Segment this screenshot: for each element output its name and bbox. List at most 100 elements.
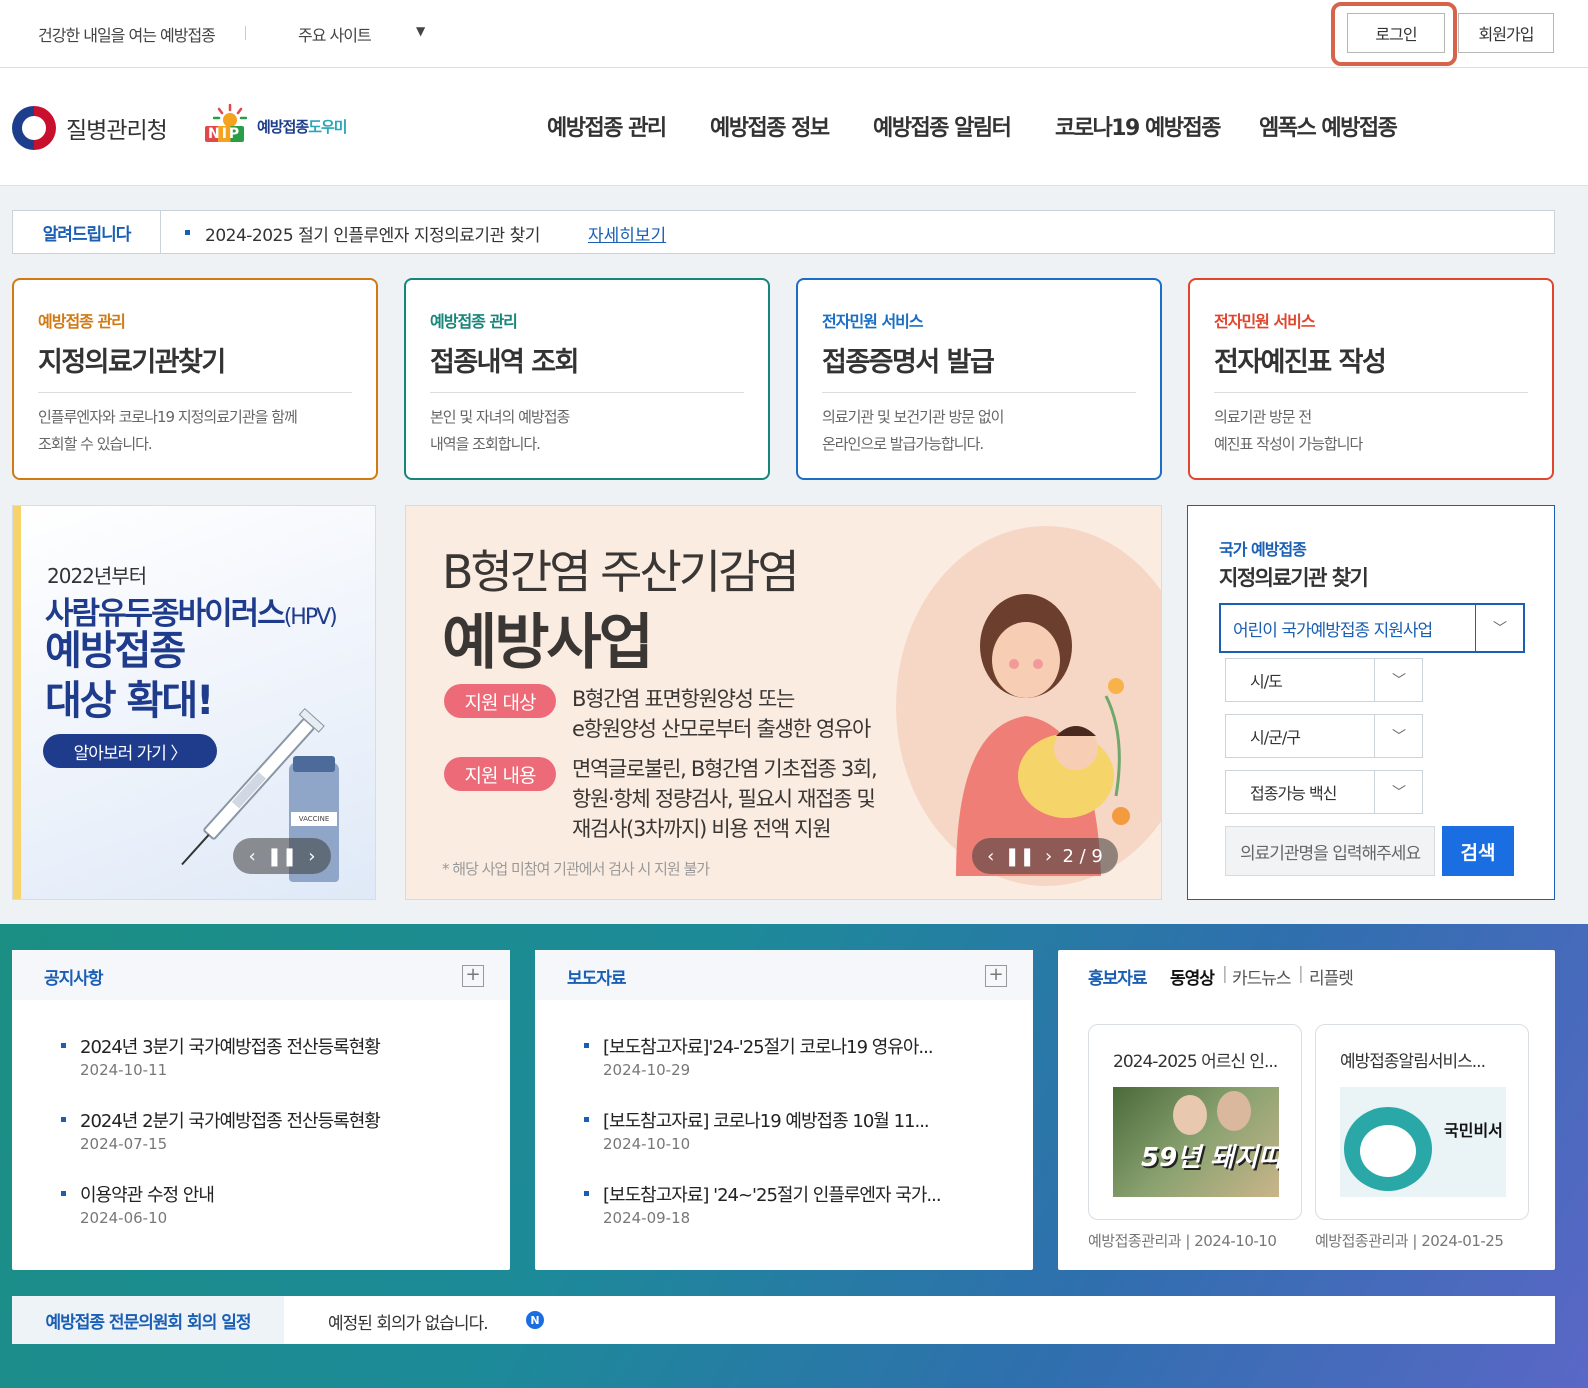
thumb-caption: 국민비서 xyxy=(1444,1121,1503,1140)
hepatitis-b-banner[interactable]: B형간염 주산기감염 예방사업 지원 대상 B형간염 표면항원양성 또는 e항원양… xyxy=(405,505,1162,900)
list-item[interactable]: [보도참고자료] '24~'25절기 인플루엔자 국가... xyxy=(603,1181,942,1207)
promo-card[interactable]: 예방접종알림서비스... 국민비서 xyxy=(1315,1024,1529,1220)
list-item[interactable]: 2024년 3분기 국가예방접종 전산등록현황 xyxy=(80,1033,381,1059)
promo-meta: 예방접종관리과 | 2024-01-25 xyxy=(1315,1232,1504,1250)
chevron-down-icon[interactable]: ﹀ xyxy=(1374,771,1422,813)
plus-icon[interactable]: + xyxy=(985,965,1007,987)
finder-title: 지정의료기관 찾기 xyxy=(1219,566,1369,590)
nav-vaccination-management[interactable]: 예방접종 관리 xyxy=(547,110,667,142)
list-item-date: 2024-10-11 xyxy=(80,1061,168,1079)
board-title[interactable]: 공지사항 xyxy=(44,964,104,989)
service-description: 의료기관 및 보건기관 방문 없이 온라인으로 발급가능합니다. xyxy=(822,404,1142,458)
service-card-certificate[interactable]: 전자민원 서비스 접종증명서 발급 의료기관 및 보건기관 방문 없이 온라인으로… xyxy=(796,278,1162,480)
thumb-caption: 59년 돼지띠 xyxy=(1141,1143,1279,1173)
prev-icon[interactable]: ‹ xyxy=(249,846,256,867)
committee-meeting-strip: 예방접종 전문의원회 회의 일정 예정된 회의가 없습니다. N xyxy=(12,1296,1555,1344)
kdca-logo[interactable]: 질병관리청 xyxy=(12,106,172,150)
board-title[interactable]: 보도자료 xyxy=(567,964,627,989)
desc-line: 의료기관 방문 전 xyxy=(1214,408,1312,426)
clinic-finder-panel: 국가 예방접종 지정의료기관 찾기 어린이 국가예방접종 지원사업 ﹀ 시/도 … xyxy=(1187,505,1555,900)
login-button[interactable]: 로그인 xyxy=(1347,13,1445,53)
bullet xyxy=(584,1117,589,1122)
divider xyxy=(430,392,744,393)
divider xyxy=(38,392,352,393)
tab-video[interactable]: 동영상 xyxy=(1170,964,1215,989)
service-category: 전자민원 서비스 xyxy=(1214,312,1316,331)
desc-line: 의료기관 및 보건기관 방문 없이 xyxy=(822,408,1004,426)
notices-board: 공지사항 + 2024년 3분기 국가예방접종 전산등록현황 2024-10-1… xyxy=(12,950,510,1270)
service-title: 접종내역 조회 xyxy=(430,347,579,378)
list-item[interactable]: 이용약관 수정 안내 xyxy=(80,1181,215,1207)
major-sites-dropdown[interactable]: 주요 사이트 xyxy=(298,22,372,46)
sigungu-select[interactable]: 시/군/구 ﹀ xyxy=(1225,714,1423,758)
nip-mark: NIP xyxy=(205,126,245,142)
vaccine-select-value: 접종가능 백신 xyxy=(1250,784,1337,803)
hpv-banner[interactable]: 2022년부터 사람유두종바이러스(HPV) 예방접종 대상 확대! 알아보러 가… xyxy=(12,505,376,900)
vaccine-select[interactable]: 접종가능 백신 ﹀ xyxy=(1225,770,1423,814)
banner-year: 2022년부터 xyxy=(47,564,147,588)
service-description: 인플루엔자와 코로나19 지정의료기관을 함께 조회할 수 있습니다. xyxy=(38,404,358,458)
plus-icon[interactable]: + xyxy=(462,965,484,987)
chevron-down-icon[interactable]: ﹀ xyxy=(1374,715,1422,757)
tab-card-news[interactable]: 카드뉴스 xyxy=(1232,964,1292,989)
finder-category: 국가 예방접종 xyxy=(1219,540,1307,559)
service-card-find-clinic[interactable]: 예방접종 관리 지정의료기관찾기 인플루엔자와 코로나19 지정의료기관을 함께… xyxy=(12,278,378,480)
sido-select[interactable]: 시/도 ﹀ xyxy=(1225,658,1423,702)
banner-title: B형간염 주산기감염 xyxy=(442,545,800,599)
bullet xyxy=(584,1043,589,1048)
notice-label: 알려드립니다 xyxy=(13,211,161,253)
next-icon[interactable]: › xyxy=(308,846,315,867)
signup-button[interactable]: 회원가입 xyxy=(1458,13,1554,53)
search-button[interactable]: 검색 xyxy=(1442,826,1514,876)
board-header: 보도자료 + xyxy=(535,950,1033,1000)
bullet xyxy=(584,1191,589,1196)
nav-vaccination-info[interactable]: 예방접종 정보 xyxy=(710,110,830,142)
list-item-date: 2024-10-29 xyxy=(603,1061,691,1079)
caret-down-icon[interactable]: ▼ xyxy=(416,24,425,38)
clinic-name-input[interactable]: 의료기관명을 입력해주세요 xyxy=(1225,826,1435,876)
desc-line: 예진표 작성이 가능합니다 xyxy=(1214,435,1363,453)
next-icon[interactable]: › xyxy=(1045,846,1052,867)
nip-label: 예방접종도우미 xyxy=(257,116,348,137)
notice-more-link[interactable]: 자세히보기 xyxy=(588,221,666,246)
nav-vaccination-notice[interactable]: 예방접종 알림터 xyxy=(873,110,1012,142)
list-item[interactable]: 2024년 2분기 국가예방접종 전산등록현황 xyxy=(80,1107,381,1133)
nav-covid19[interactable]: 코로나19 예방접종 xyxy=(1055,110,1221,142)
support-content-text: 면역글로불린, B형간염 기초접종 3회, 항원·항체 정량검사, 필요시 재접종… xyxy=(572,754,878,844)
pause-icon[interactable]: ❚❚ xyxy=(267,846,297,867)
nav-mpox[interactable]: 엠폭스 예방접종 xyxy=(1259,110,1398,142)
text-line: B형간염 표면항원양성 또는 xyxy=(572,687,795,711)
chevron-down-icon[interactable]: ﹀ xyxy=(1475,605,1523,651)
list-item-date: 2024-09-18 xyxy=(603,1209,691,1227)
program-select[interactable]: 어린이 국가예방접종 지원사업 ﹀ xyxy=(1219,603,1525,653)
service-card-history[interactable]: 예방접종 관리 접종내역 조회 본인 및 자녀의 예방접종 내역을 조회합니다. xyxy=(404,278,770,480)
divider xyxy=(1214,392,1528,393)
slogan: 건강한 내일을 여는 예방접종 xyxy=(38,26,216,45)
slide-counter: 2 / 9 xyxy=(1062,845,1103,867)
divider xyxy=(822,392,1136,393)
site-header: 질병관리청 NIP 예방접종도우미 예방접종 관리 예방접종 정보 예방접종 알… xyxy=(0,68,1588,186)
promo-thumbnail: 59년 돼지띠 xyxy=(1113,1087,1279,1197)
nip-label-a: 예방접종 xyxy=(257,118,309,136)
chevron-down-icon[interactable]: ﹀ xyxy=(1374,659,1422,701)
tab-leaflet[interactable]: 리플렛 xyxy=(1309,964,1354,989)
sigungu-select-value: 시/군/구 xyxy=(1250,728,1301,747)
top-utility-bar: 건강한 내일을 여는 예방접종 주요 사이트 ▼ 로그인 회원가입 xyxy=(0,0,1588,68)
notice-text[interactable]: 2024-2025 절기 인플루엔자 지정의료기관 찾기 xyxy=(205,221,540,246)
hpv-abbr: (HPV) xyxy=(283,605,338,630)
service-card-e-questionnaire[interactable]: 전자민원 서비스 전자예진표 작성 의료기관 방문 전 예진표 작성이 가능합니다 xyxy=(1188,278,1554,480)
prev-icon[interactable]: ‹ xyxy=(987,846,994,867)
board-header: 공지사항 + xyxy=(12,950,510,1000)
nip-logo[interactable]: NIP 예방접종도우미 xyxy=(205,104,365,148)
desc-line: 본인 및 자녀의 예방접종 xyxy=(430,408,570,426)
desc-line: 조회할 수 있습니다. xyxy=(38,435,153,453)
nip-label-b: 도우미 xyxy=(308,118,347,136)
divider xyxy=(245,26,246,40)
tab-separator: | xyxy=(1222,964,1228,984)
list-item[interactable]: [보도참고자료]'24-'25절기 코로나19 영유아... xyxy=(603,1033,934,1059)
meeting-label[interactable]: 예방접종 전문의원회 회의 일정 xyxy=(12,1296,284,1344)
list-item[interactable]: [보도참고자료] 코로나19 예방접종 10월 11... xyxy=(603,1107,930,1133)
promo-card[interactable]: 2024-2025 어르신 인... 59년 돼지띠 xyxy=(1088,1024,1302,1220)
pause-icon[interactable]: ❚❚ xyxy=(1005,846,1035,867)
person-silhouette xyxy=(1173,1095,1207,1135)
